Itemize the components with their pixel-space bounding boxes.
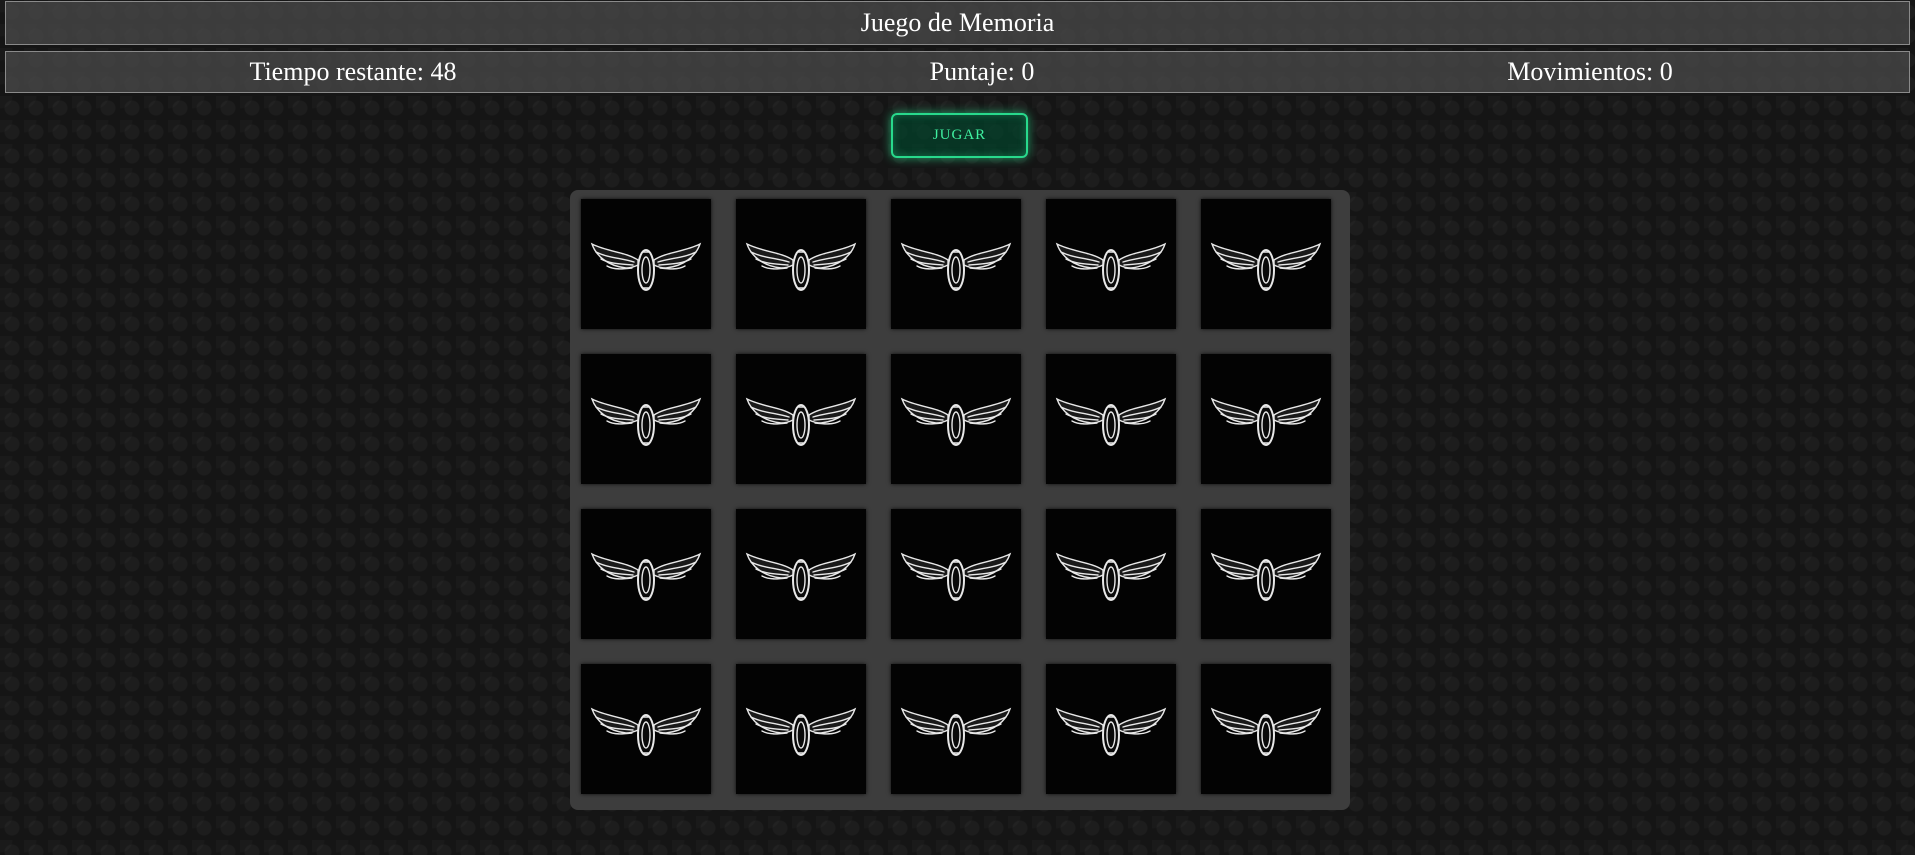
memory-card[interactable]	[891, 199, 1021, 329]
game-board	[570, 190, 1350, 810]
moves: Movimientos: 0	[1507, 52, 1672, 92]
moves-value: 0	[1659, 57, 1673, 86]
winged-wheel-icon	[896, 377, 1016, 462]
winged-wheel-icon	[741, 532, 861, 617]
winged-wheel-icon	[741, 687, 861, 772]
winged-wheel-icon	[1206, 687, 1326, 772]
memory-card[interactable]	[891, 664, 1021, 794]
memory-card[interactable]	[1046, 509, 1176, 639]
winged-wheel-icon	[1206, 222, 1326, 307]
winged-wheel-icon	[586, 532, 706, 617]
title-bar: Juego de Memoria	[5, 1, 1910, 45]
stats-bar: Tiempo restante: 48 Puntaje: 0 Movimient…	[5, 51, 1910, 93]
memory-card[interactable]	[736, 199, 866, 329]
memory-card[interactable]	[1201, 354, 1331, 484]
memory-card[interactable]	[581, 199, 711, 329]
memory-card[interactable]	[736, 509, 866, 639]
time-remaining-value: 48	[430, 57, 457, 86]
winged-wheel-icon	[1051, 532, 1171, 617]
memory-card[interactable]	[1046, 354, 1176, 484]
memory-card[interactable]	[891, 354, 1021, 484]
score-value: 0	[1021, 57, 1035, 86]
time-remaining-label: Tiempo restante:	[249, 57, 431, 86]
memory-card[interactable]	[1046, 664, 1176, 794]
memory-card[interactable]	[736, 664, 866, 794]
memory-card[interactable]	[581, 509, 711, 639]
winged-wheel-icon	[1051, 377, 1171, 462]
memory-card[interactable]	[1201, 199, 1331, 329]
winged-wheel-icon	[896, 532, 1016, 617]
memory-card[interactable]	[581, 664, 711, 794]
moves-label: Movimientos:	[1507, 57, 1660, 86]
memory-card[interactable]	[736, 354, 866, 484]
winged-wheel-icon	[586, 222, 706, 307]
time-remaining: Tiempo restante: 48	[249, 52, 456, 92]
memory-card[interactable]	[1201, 509, 1331, 639]
winged-wheel-icon	[1206, 377, 1326, 462]
winged-wheel-icon	[586, 377, 706, 462]
winged-wheel-icon	[1051, 222, 1171, 307]
winged-wheel-icon	[741, 222, 861, 307]
winged-wheel-icon	[896, 687, 1016, 772]
winged-wheel-icon	[741, 377, 861, 462]
winged-wheel-icon	[586, 687, 706, 772]
score: Puntaje: 0	[930, 52, 1035, 92]
memory-card[interactable]	[581, 354, 711, 484]
play-button[interactable]: JUGAR	[891, 113, 1028, 158]
winged-wheel-icon	[896, 222, 1016, 307]
page-title: Juego de Memoria	[860, 8, 1055, 37]
memory-card[interactable]	[891, 509, 1021, 639]
score-label: Puntaje:	[929, 57, 1022, 86]
memory-card[interactable]	[1201, 664, 1331, 794]
winged-wheel-icon	[1206, 532, 1326, 617]
memory-card[interactable]	[1046, 199, 1176, 329]
winged-wheel-icon	[1051, 687, 1171, 772]
